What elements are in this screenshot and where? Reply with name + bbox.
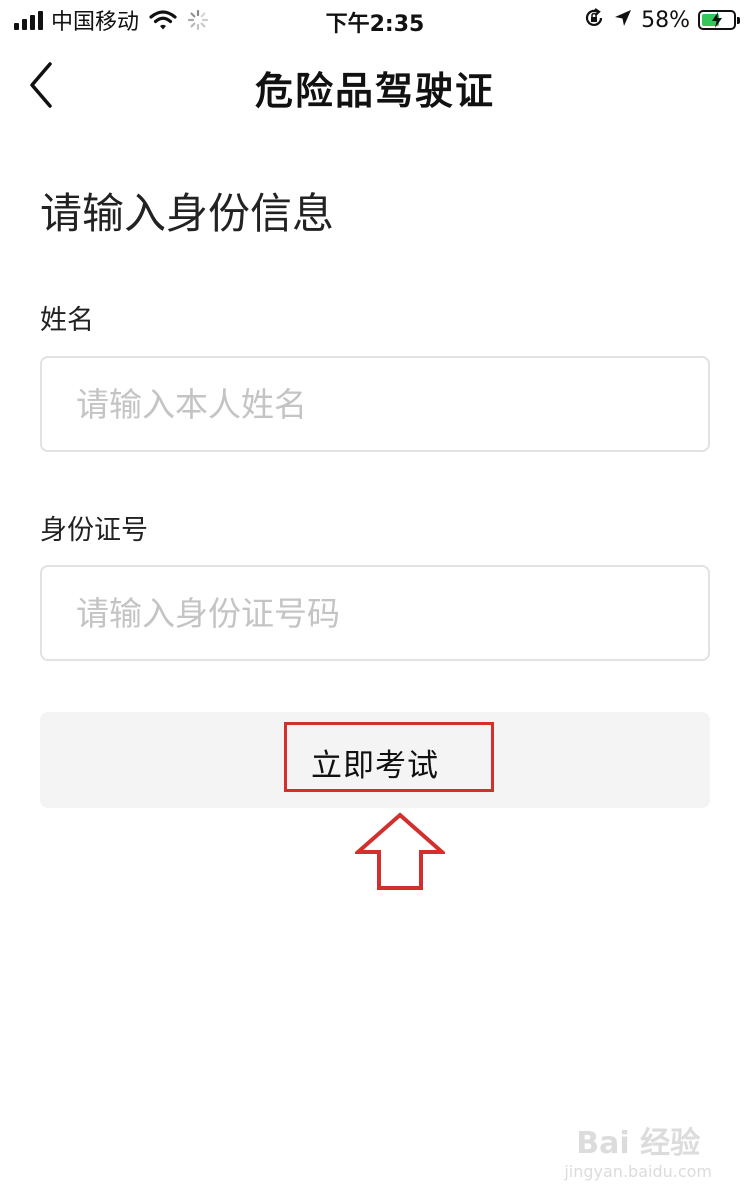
nav-bar: 危险品驾驶证: [0, 40, 750, 130]
watermark: Bai 经验 jingyan.baidu.com: [564, 1118, 712, 1181]
watermark-url: jingyan.baidu.com: [564, 1162, 712, 1181]
rotation-lock-icon: [583, 7, 605, 33]
arrow-up-icon: [352, 812, 448, 896]
form-heading: 请输入身份信息: [40, 189, 335, 238]
watermark-logo: Bai 经验: [576, 1126, 701, 1161]
location-icon: [613, 8, 633, 32]
id-number-input[interactable]: [40, 565, 710, 661]
battery-percent: 58%: [641, 7, 690, 33]
page-title: 危险品驾驶证: [254, 69, 495, 113]
highlight-box: [284, 722, 494, 792]
status-bar-right: 58%: [583, 6, 740, 34]
id-label: 身份证号: [40, 515, 148, 546]
name-label: 姓名: [40, 305, 94, 336]
name-input[interactable]: [40, 356, 710, 452]
battery-icon: [698, 10, 740, 30]
status-bar: 中国移动 下午2:35 58%: [0, 0, 750, 40]
